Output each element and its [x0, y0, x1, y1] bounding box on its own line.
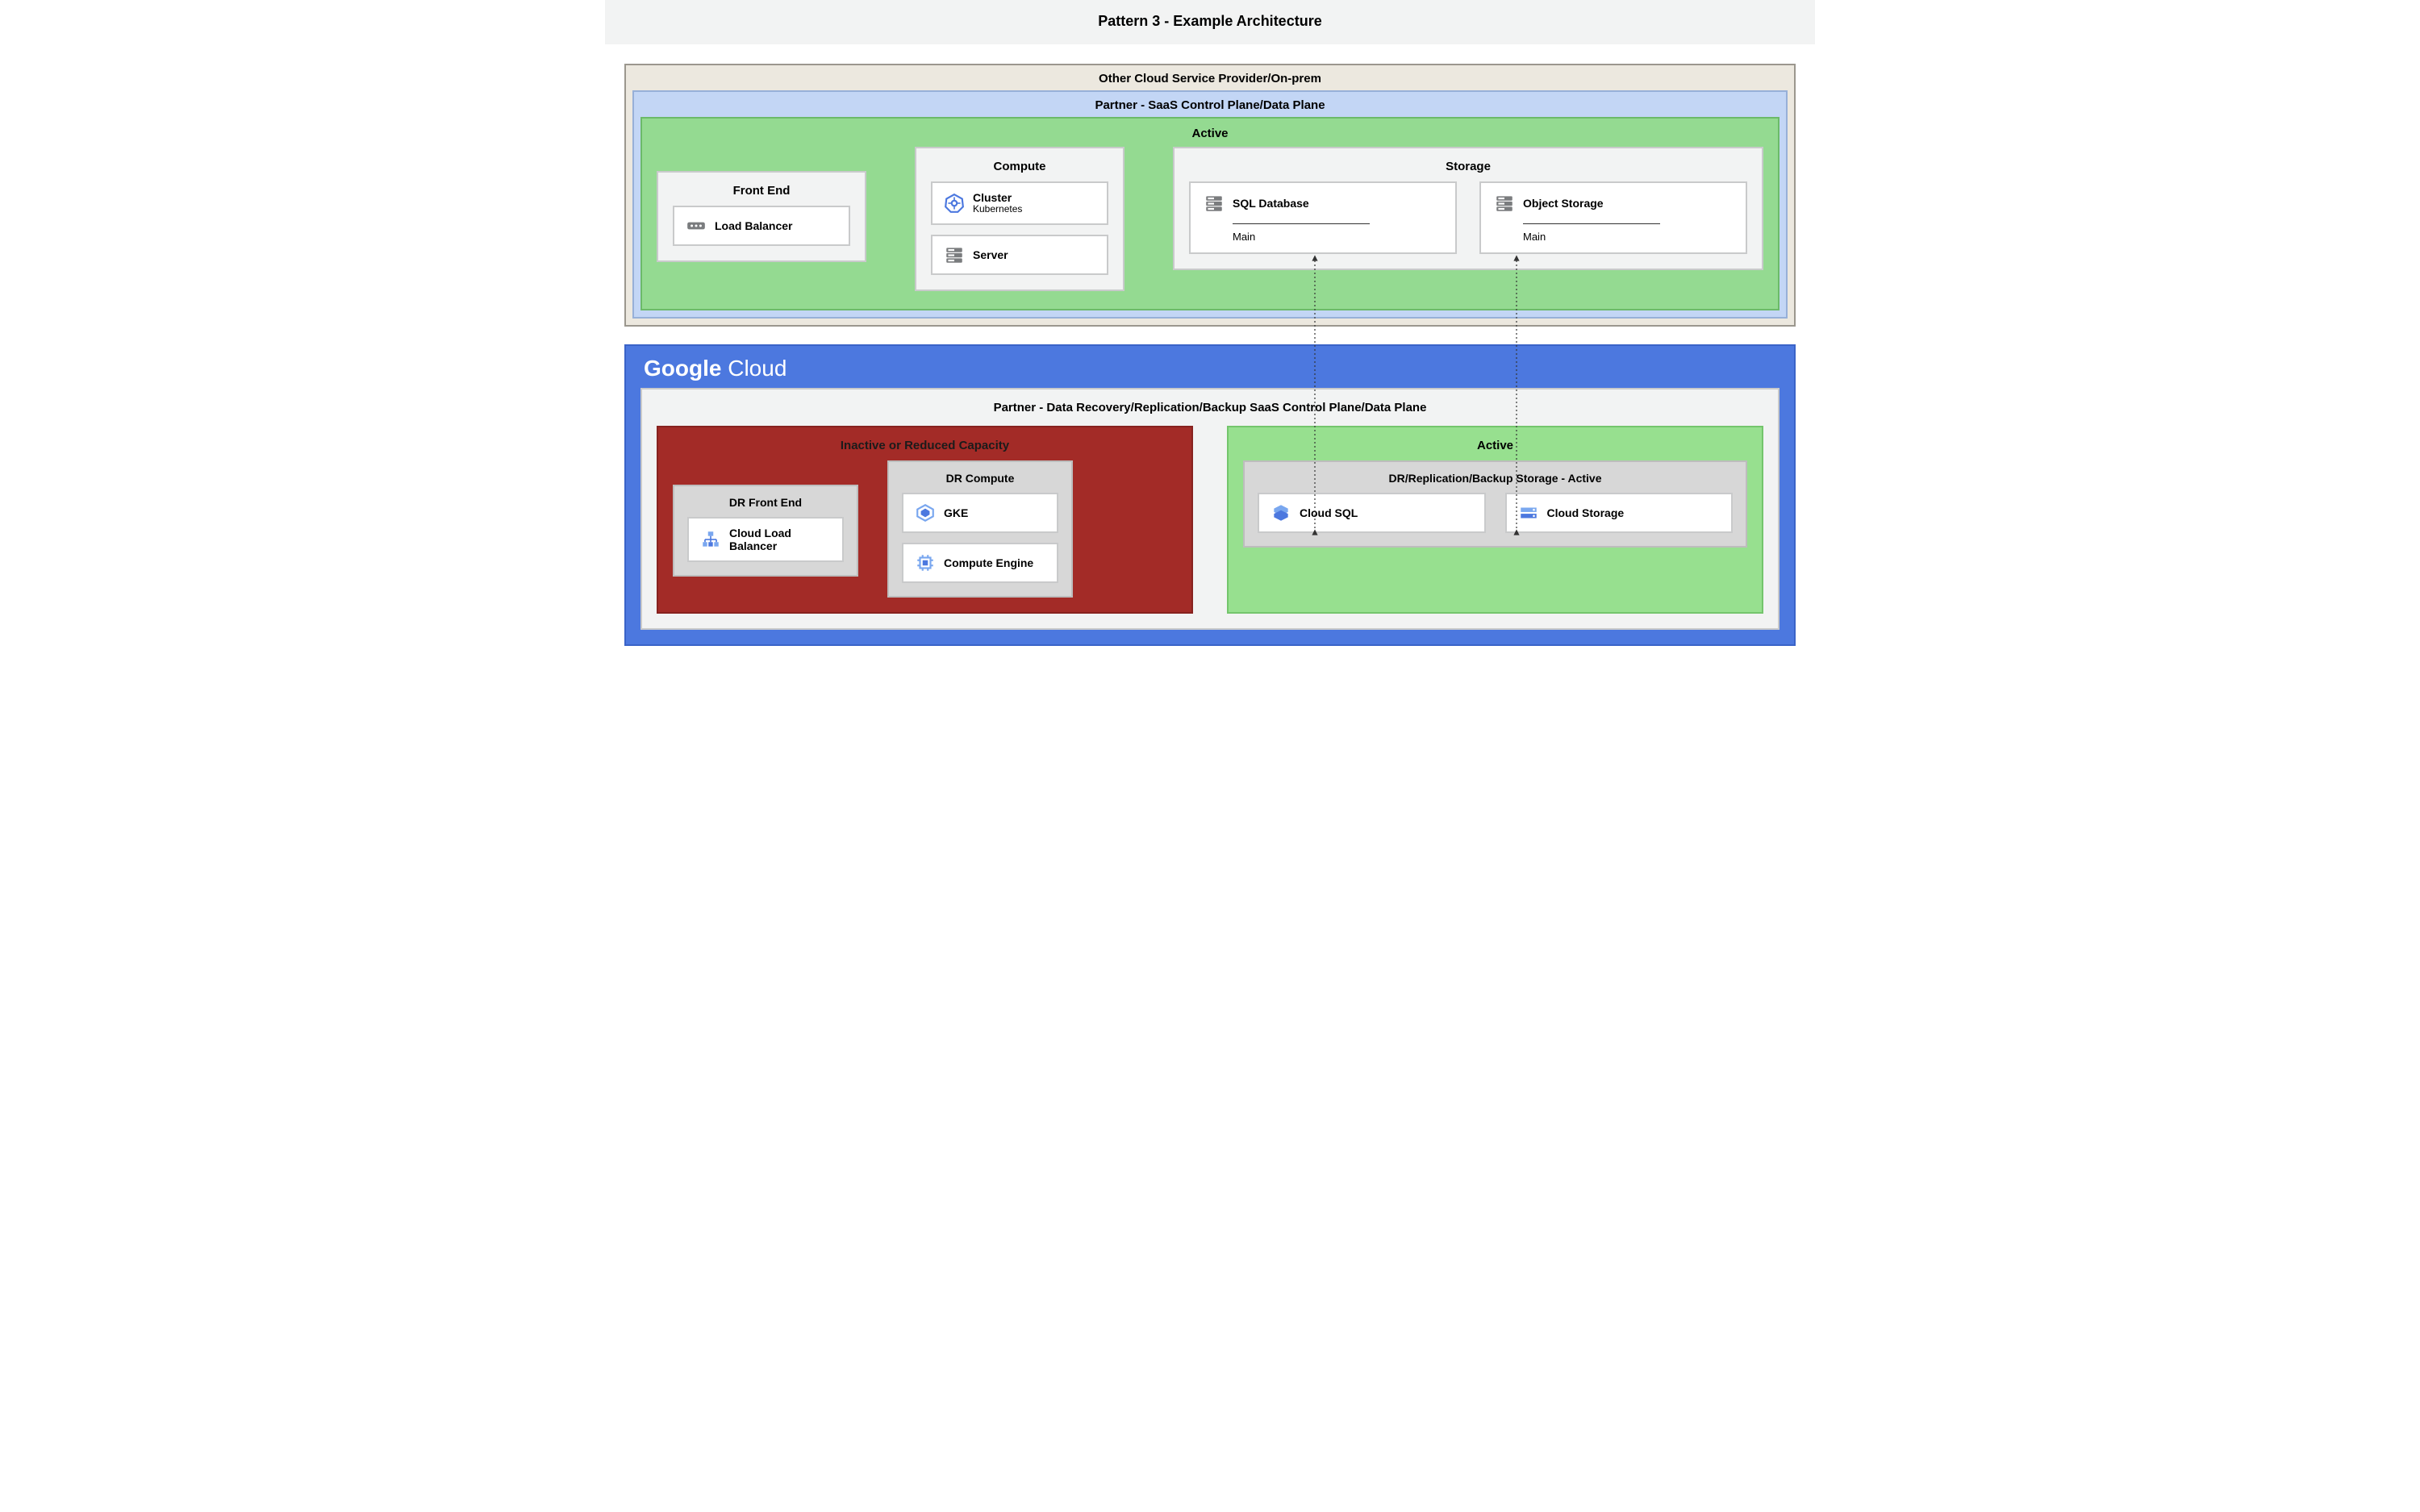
dr-storage-title: DR/Replication/Backup Storage - Active: [1258, 462, 1733, 493]
dr-frontend-box: DR Front End Cloud Load Balancer: [673, 485, 858, 577]
cloud-load-balancer-chip: Cloud Load Balancer: [687, 517, 844, 562]
object-storage-card: Object Storage Main: [1479, 181, 1747, 254]
compute-engine-icon: [915, 552, 936, 573]
gke-icon: [915, 502, 936, 523]
sql-sub: Main: [1233, 223, 1370, 243]
dr-compute-box: DR Compute GKE Compute Engine: [887, 460, 1073, 598]
cluster-label: Cluster Kubernetes: [973, 191, 1022, 215]
database-icon: [1204, 193, 1225, 214]
active-right-title: Active: [1243, 427, 1747, 460]
gce-label: Compute Engine: [944, 556, 1033, 569]
cloud-sql-chip: Cloud SQL: [1258, 493, 1486, 533]
sql-database-card: SQL Database Main: [1189, 181, 1457, 254]
load-balancer-label: Load Balancer: [715, 219, 792, 232]
diagram-title: Pattern 3 - Example Architecture: [605, 0, 1815, 44]
dr-frontend-title: DR Front End: [687, 486, 844, 517]
load-balancer-icon: [686, 215, 707, 236]
cloud-storage-icon: [1518, 502, 1539, 523]
front-end-title: Front End: [673, 173, 850, 206]
compute-engine-chip: Compute Engine: [902, 543, 1058, 583]
diagram-body: Other Cloud Service Provider/On-prem Par…: [605, 44, 1815, 665]
partner-dr-container: Partner - Data Recovery/Replication/Back…: [640, 388, 1780, 630]
load-balancer-chip: Load Balancer: [673, 206, 850, 246]
cloud-load-balancer-icon: [700, 529, 721, 550]
google-cloud-container: Google Cloud Partner - Data Recovery/Rep…: [624, 344, 1796, 646]
saas-container: Partner - SaaS Control Plane/Data Plane …: [632, 90, 1788, 319]
active-top-container: Active Front End Load Balancer: [640, 117, 1780, 310]
cloud-storage-chip: Cloud Storage: [1505, 493, 1734, 533]
csp-title: Other Cloud Service Provider/On-prem: [632, 65, 1788, 89]
inactive-container: Inactive or Reduced Capacity DR Front En…: [657, 426, 1193, 614]
obj-sub: Main: [1523, 223, 1660, 243]
server-icon: [944, 244, 965, 265]
compute-title: Compute: [931, 148, 1108, 181]
front-end-box: Front End Load Balancer: [657, 171, 866, 262]
diagram-canvas: Pattern 3 - Example Architecture Other C…: [605, 0, 1815, 665]
active-top-row: Front End Load Balancer Compute: [657, 147, 1763, 291]
clb-label: Cloud Load Balancer: [729, 527, 831, 552]
object-storage-icon: [1494, 193, 1515, 214]
sql-title: SQL Database: [1233, 197, 1309, 210]
gke-chip: GKE: [902, 493, 1058, 533]
csp-container: Other Cloud Service Provider/On-prem Par…: [624, 64, 1796, 327]
obj-title: Object Storage: [1523, 197, 1604, 210]
active-top-title: Active: [657, 119, 1763, 147]
cloud-sql-icon: [1270, 502, 1291, 523]
cluster-chip: Cluster Kubernetes: [931, 181, 1108, 225]
server-chip: Server: [931, 235, 1108, 275]
server-label: Server: [973, 248, 1008, 261]
gke-label: GKE: [944, 506, 968, 519]
dr-compute-title: DR Compute: [902, 462, 1058, 493]
cloud-sql-label: Cloud SQL: [1300, 506, 1358, 519]
saas-title: Partner - SaaS Control Plane/Data Plane: [640, 92, 1780, 115]
google-cloud-logo: Google Cloud: [640, 354, 1780, 388]
partner-dr-title: Partner - Data Recovery/Replication/Back…: [657, 389, 1763, 426]
dr-storage-box: DR/Replication/Backup Storage - Active C…: [1243, 460, 1747, 548]
storage-box: Storage SQL Database Main: [1173, 147, 1763, 270]
inactive-title: Inactive or Reduced Capacity: [673, 427, 1177, 460]
kubernetes-icon: [944, 193, 965, 214]
active-right-container: Active DR/Replication/Backup Storage - A…: [1227, 426, 1763, 614]
cloud-storage-label: Cloud Storage: [1547, 506, 1625, 519]
compute-box: Compute Cluster Kubernetes Server: [915, 147, 1124, 291]
storage-title: Storage: [1189, 148, 1747, 181]
